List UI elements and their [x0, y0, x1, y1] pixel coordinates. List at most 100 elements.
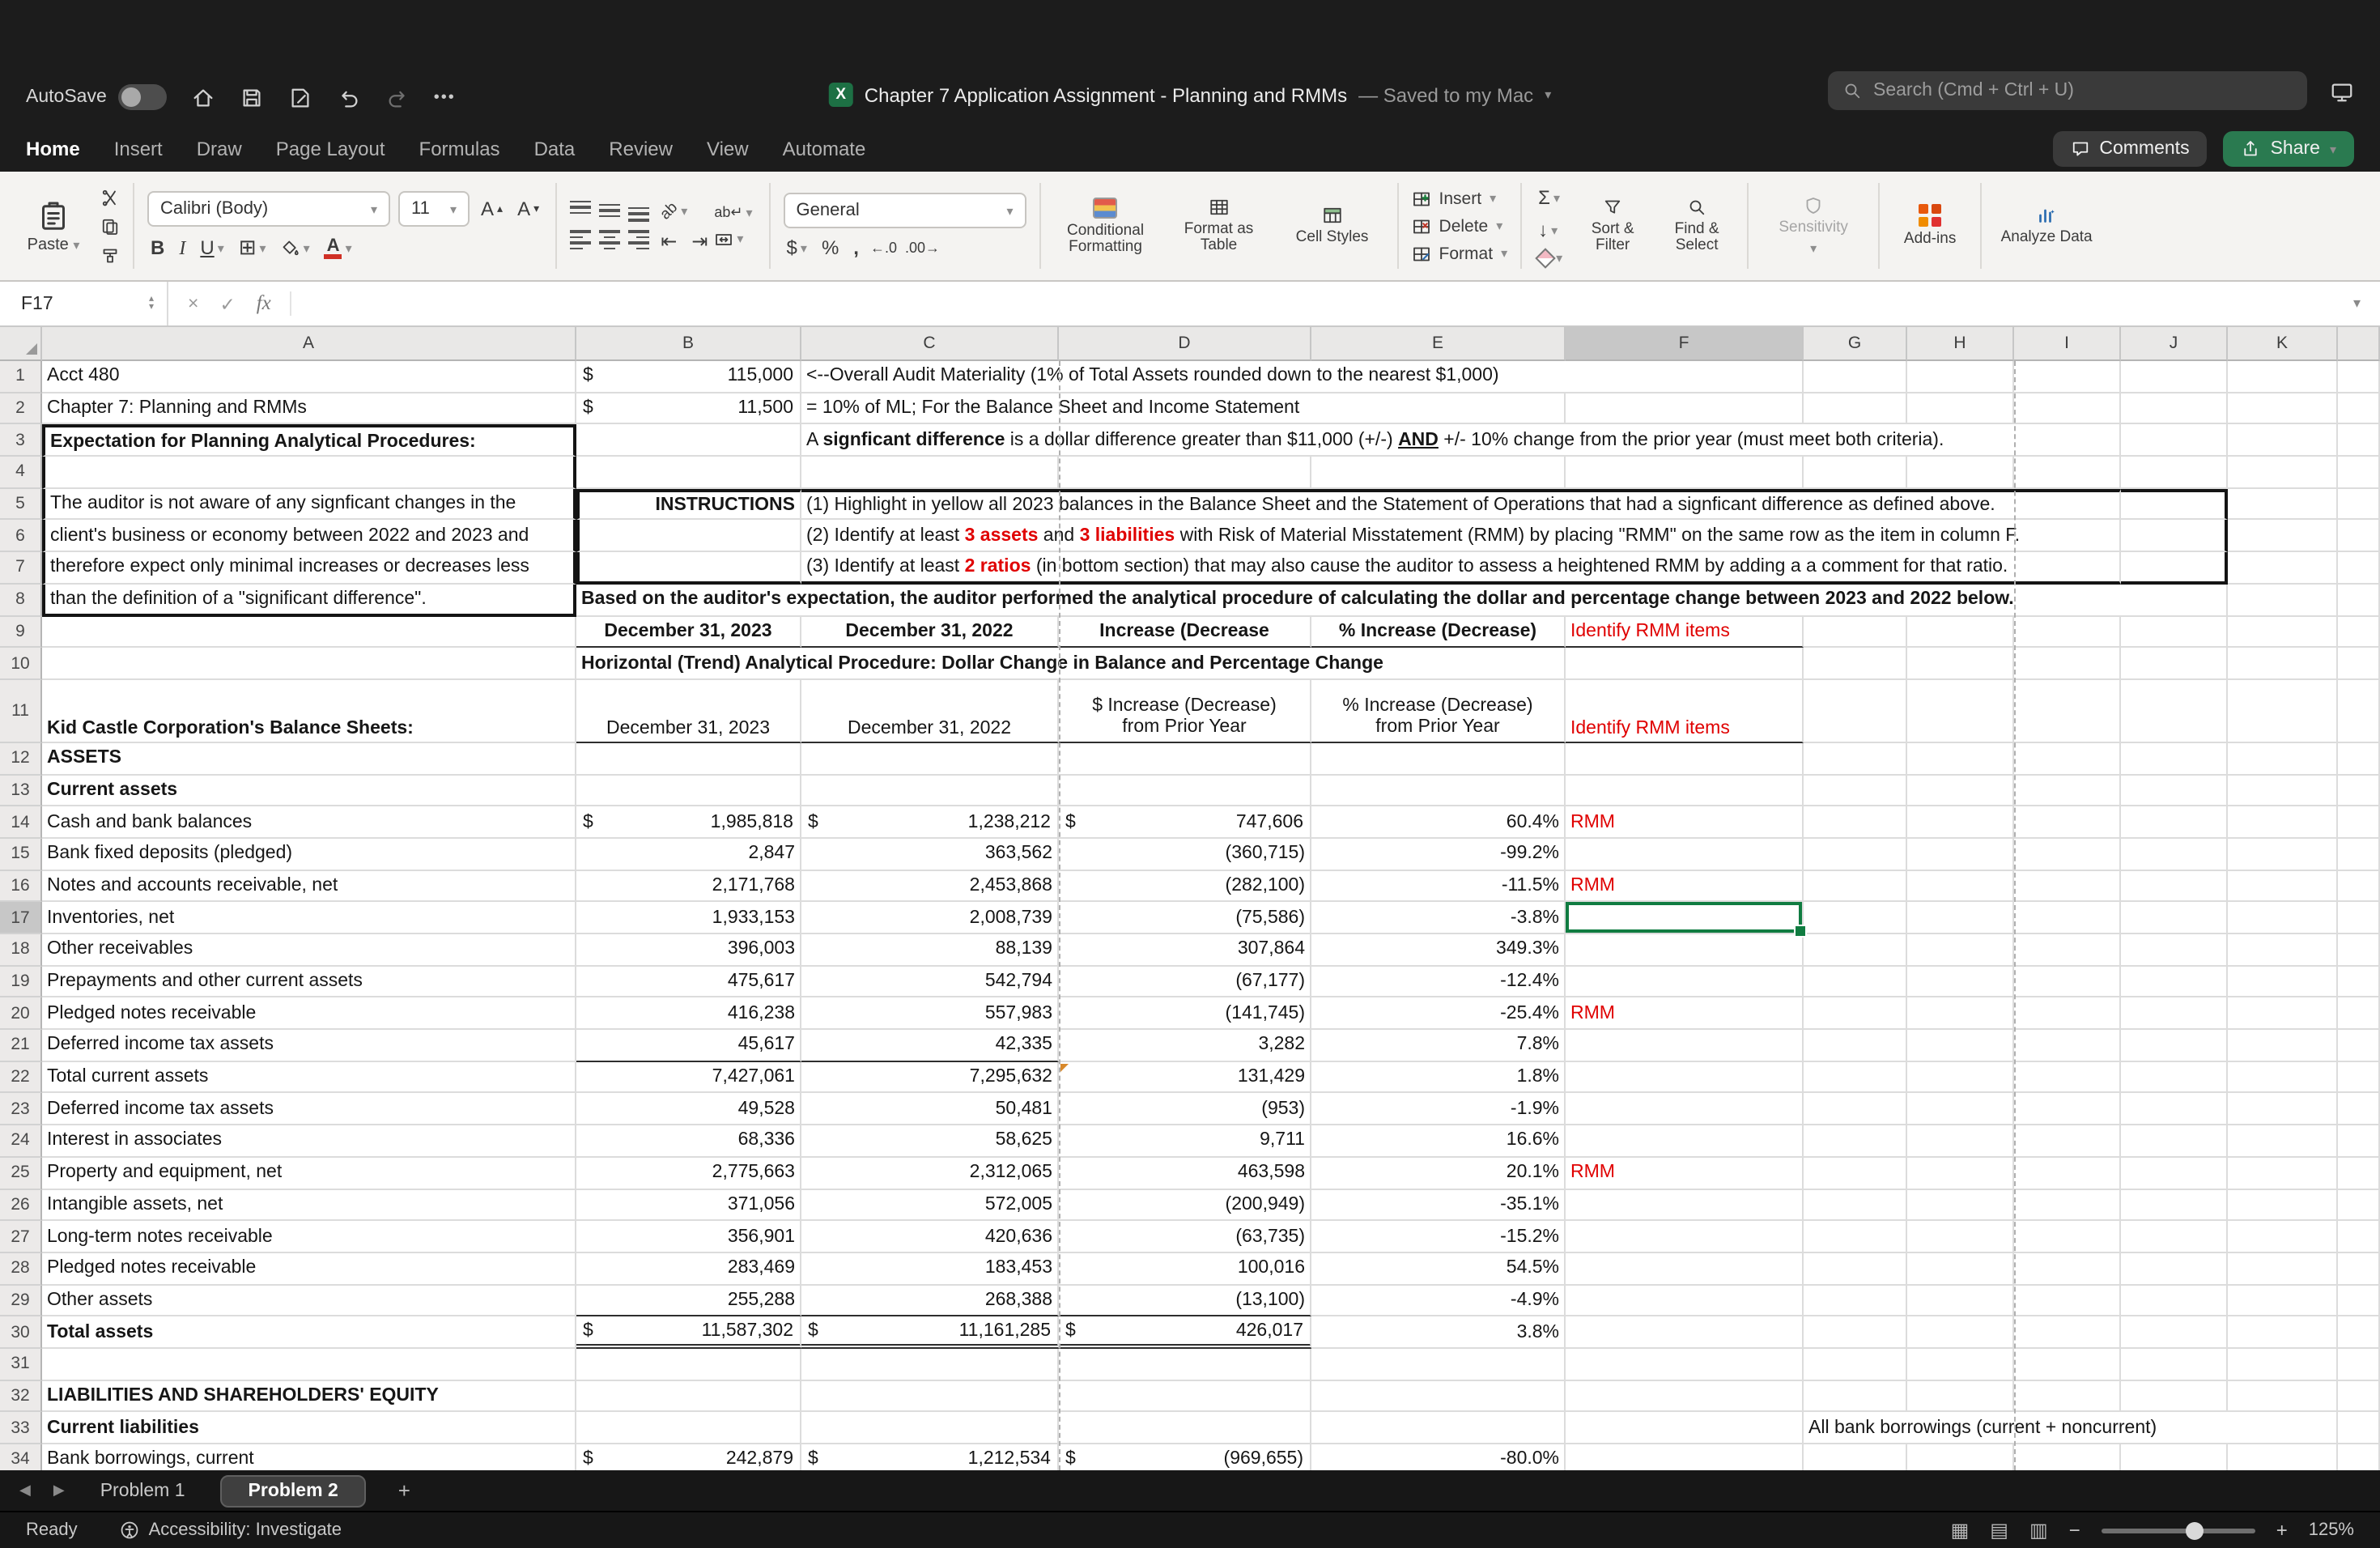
cell-H17[interactable] — [1907, 903, 2014, 934]
percent-format-button[interactable]: % — [818, 236, 842, 259]
cell-E12[interactable] — [1311, 743, 1566, 775]
cell-F33[interactable] — [1566, 1413, 1804, 1444]
cell-D30[interactable]: $426,017 — [1059, 1317, 1311, 1349]
zoom-level[interactable]: 125% — [2309, 1520, 2354, 1540]
screen-share-icon[interactable] — [2330, 79, 2354, 103]
cell-B17[interactable]: 1,933,153 — [576, 903, 801, 934]
cell-G34[interactable] — [1804, 1444, 1907, 1470]
format-as-table-button[interactable]: Format as Table — [1167, 198, 1271, 254]
cell-G23[interactable] — [1804, 1094, 1907, 1125]
cell-J11[interactable] — [2121, 680, 2228, 743]
align-left-icon[interactable] — [570, 230, 591, 251]
cell-I14[interactable] — [2014, 807, 2121, 839]
cell-B16[interactable]: 2,171,768 — [576, 870, 801, 902]
cell-J22[interactable] — [2121, 1062, 2228, 1094]
cell-J6[interactable] — [2121, 521, 2228, 552]
row-header-5[interactable]: 5 — [0, 489, 42, 521]
cell-F27[interactable] — [1566, 1221, 1804, 1252]
cell-J13[interactable] — [2121, 775, 2228, 806]
cell-A24[interactable]: Interest in associates — [42, 1125, 576, 1157]
column-header-H[interactable]: H — [1907, 327, 2014, 361]
cell-K29[interactable] — [2228, 1285, 2338, 1316]
cell-D11[interactable]: $ Increase (Decrease) from Prior Year — [1059, 680, 1311, 743]
copy-icon[interactable] — [100, 216, 120, 236]
cell-A9[interactable] — [42, 616, 576, 648]
cell-H32[interactable] — [1907, 1380, 2014, 1412]
cell-K6[interactable] — [2228, 521, 2338, 552]
cell-E30[interactable]: 3.8% — [1311, 1317, 1566, 1349]
cell-D31[interactable] — [1059, 1349, 1311, 1380]
clear-button[interactable]: ▾ — [1535, 251, 1566, 266]
cell-B6[interactable] — [576, 521, 801, 552]
cell-K14[interactable] — [2228, 807, 2338, 839]
number-format-select[interactable]: General▾ — [784, 193, 1026, 228]
cell-A27[interactable]: Long-term notes receivable — [42, 1221, 576, 1252]
cell-J32[interactable] — [2121, 1380, 2228, 1412]
cell-D4[interactable] — [1059, 457, 1311, 488]
column-header-J[interactable]: J — [2121, 327, 2228, 361]
cell-B12[interactable] — [576, 743, 801, 775]
cell-X26[interactable] — [2338, 1189, 2380, 1221]
cell-F29[interactable] — [1566, 1285, 1804, 1316]
cell-X8[interactable] — [2338, 585, 2380, 616]
previous-sheet-icon[interactable]: ◀ — [19, 1482, 31, 1499]
cell-B29[interactable]: 255,288 — [576, 1285, 801, 1316]
decrease-indent-button[interactable]: ⇤ — [657, 229, 680, 252]
search-box[interactable]: Search (Cmd + Ctrl + U) — [1828, 71, 2307, 110]
cell-I1[interactable] — [2014, 361, 2121, 393]
row-header-13[interactable]: 13 — [0, 775, 42, 806]
cell-X2[interactable] — [2338, 393, 2380, 424]
fill-color-button[interactable]: ▾ — [278, 238, 313, 257]
italic-button[interactable]: I — [176, 236, 189, 260]
align-right-icon[interactable] — [628, 230, 649, 251]
cell-G21[interactable] — [1804, 1030, 1907, 1061]
cell-H9[interactable] — [1907, 616, 2014, 648]
cell-J19[interactable] — [2121, 966, 2228, 997]
cell-B20[interactable]: 416,238 — [576, 998, 801, 1030]
cell-G28[interactable] — [1804, 1253, 1907, 1285]
cell-C31[interactable] — [801, 1349, 1059, 1380]
cell-E33[interactable] — [1311, 1413, 1566, 1444]
cell-H20[interactable] — [1907, 998, 2014, 1030]
cell-K12[interactable] — [2228, 743, 2338, 775]
column-header-C[interactable]: C — [801, 327, 1059, 361]
cell-K5[interactable] — [2228, 489, 2338, 521]
cell-C27[interactable]: 420,636 — [801, 1221, 1059, 1252]
cell-I9[interactable] — [2014, 616, 2121, 648]
row-header-31[interactable]: 31 — [0, 1349, 42, 1380]
cell-X3[interactable] — [2338, 425, 2380, 457]
row-header-12[interactable]: 12 — [0, 743, 42, 775]
cell-E24[interactable]: 16.6% — [1311, 1125, 1566, 1157]
cell-D15[interactable]: (360,715) — [1059, 839, 1311, 870]
row-header-18[interactable]: 18 — [0, 934, 42, 966]
cell-B2[interactable]: $11,500 — [576, 393, 801, 424]
cell-G27[interactable] — [1804, 1221, 1907, 1252]
cell-D14[interactable]: $747,606 — [1059, 807, 1311, 839]
row-header-21[interactable]: 21 — [0, 1030, 42, 1061]
column-header-F[interactable]: F — [1566, 327, 1804, 361]
cell-K17[interactable] — [2228, 903, 2338, 934]
cell-H28[interactable] — [1907, 1253, 2014, 1285]
increase-decimal-button[interactable]: ←.0 — [870, 240, 897, 256]
font-name-select[interactable]: Calibri (Body)▾ — [147, 191, 390, 227]
cell-A13[interactable]: Current assets — [42, 775, 576, 806]
zoom-out-button[interactable]: − — [2069, 1519, 2080, 1542]
conditional-formatting-button[interactable]: Conditional Formatting — [1054, 197, 1158, 255]
page-layout-view-icon[interactable]: ▤ — [1990, 1519, 2008, 1542]
cell-A3[interactable]: Expectation for Planning Analytical Proc… — [42, 425, 576, 457]
cell-B3[interactable] — [576, 425, 801, 457]
cell-D16[interactable]: (282,100) — [1059, 870, 1311, 902]
cell-B30[interactable]: $11,587,302 — [576, 1317, 801, 1349]
sheet-tab-problem-1[interactable]: Problem 1 — [87, 1481, 198, 1500]
cell-B26[interactable]: 371,056 — [576, 1189, 801, 1221]
row-header-15[interactable]: 15 — [0, 839, 42, 870]
align-center-icon[interactable] — [599, 230, 620, 251]
cell-J24[interactable] — [2121, 1125, 2228, 1157]
cell-X34[interactable] — [2338, 1444, 2380, 1470]
cell-J26[interactable] — [2121, 1189, 2228, 1221]
insert-function-button[interactable]: fx — [257, 291, 271, 316]
normal-view-icon[interactable]: ▦ — [1951, 1519, 1970, 1542]
cell-A28[interactable]: Pledged notes receivable — [42, 1253, 576, 1285]
cell-I13[interactable] — [2014, 775, 2121, 806]
cell-I4[interactable] — [2014, 457, 2121, 488]
